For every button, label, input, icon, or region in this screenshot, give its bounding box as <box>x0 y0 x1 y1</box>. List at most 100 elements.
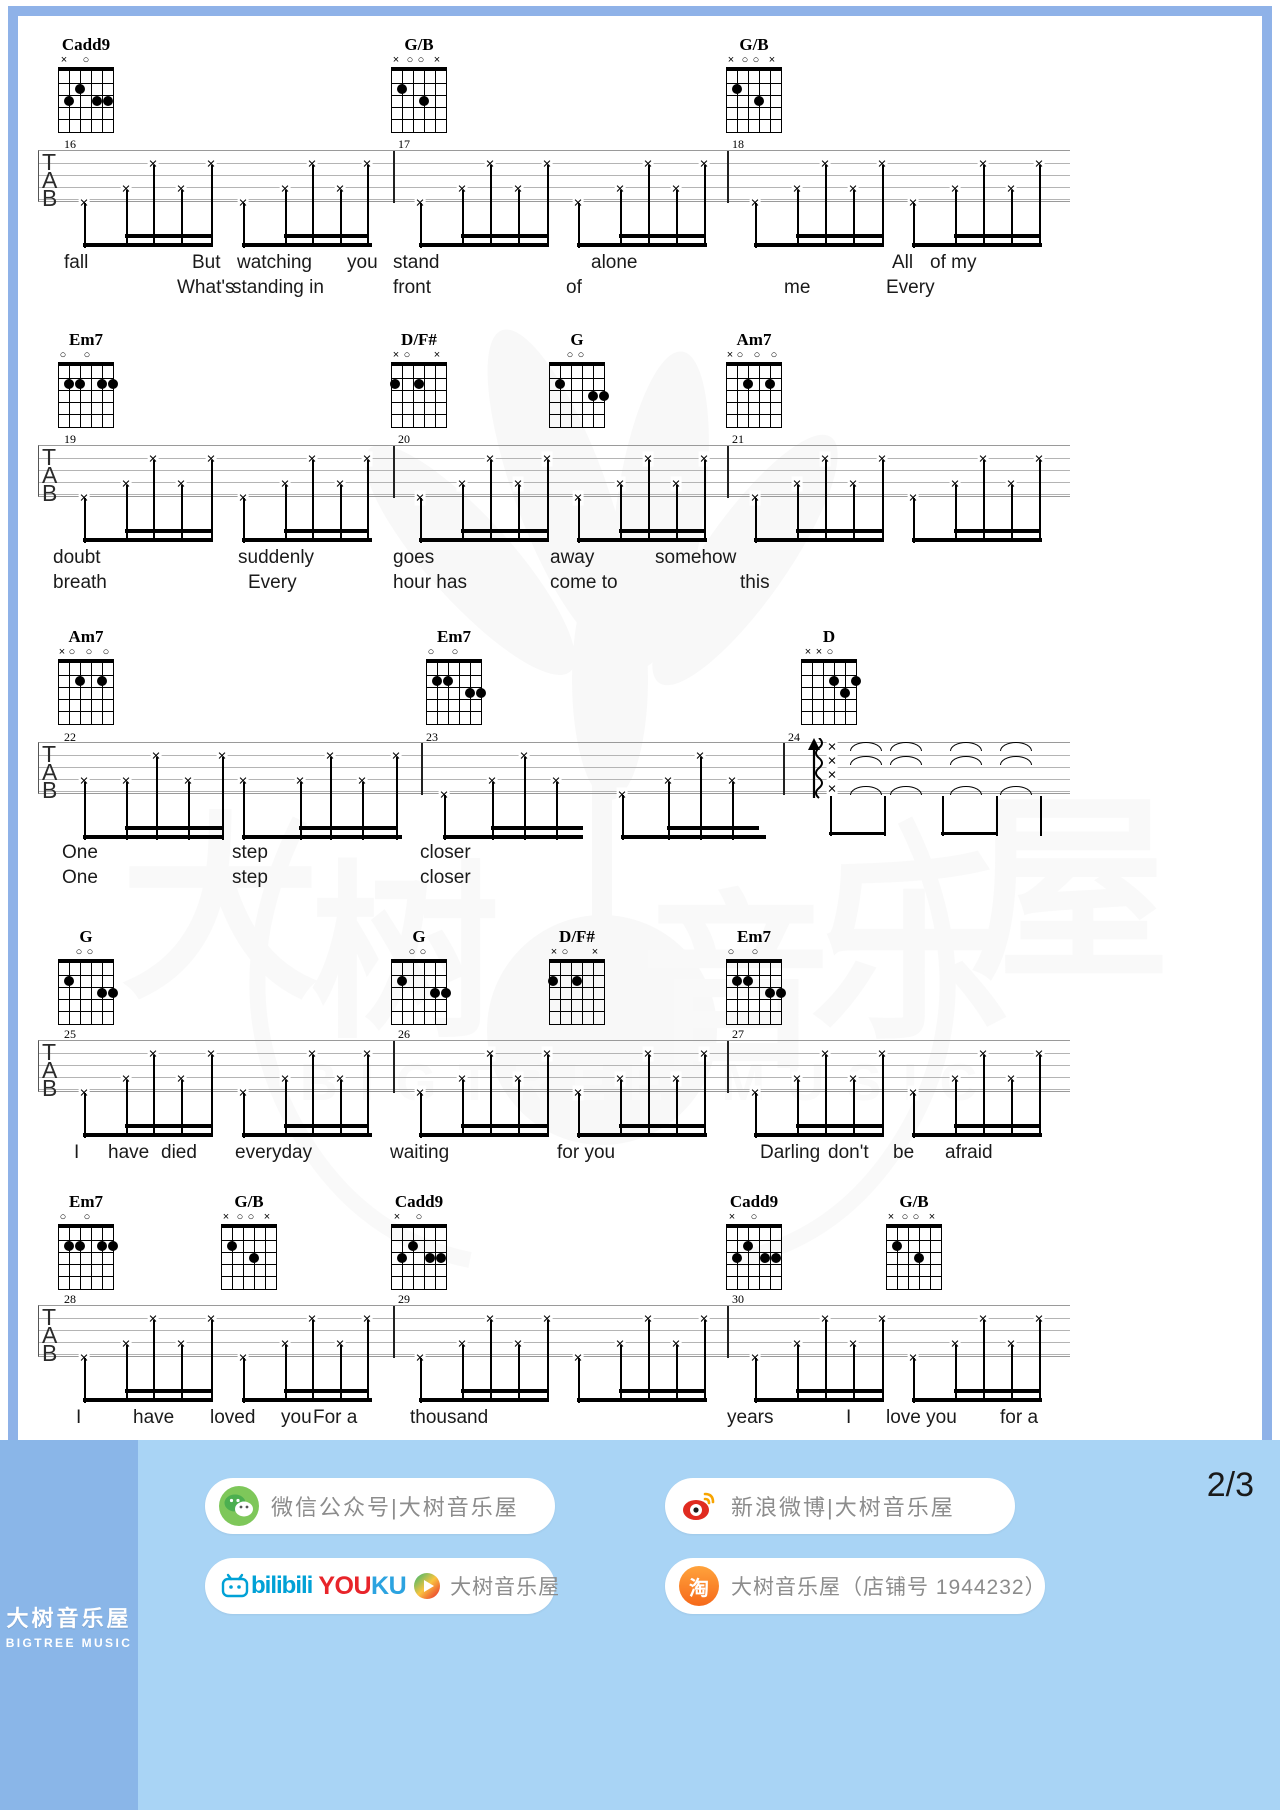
chord-name: Am7 <box>68 627 104 646</box>
tab-clef-b: B <box>42 777 58 803</box>
lyric-word: stand <box>393 252 440 273</box>
chord-diagram-am7-1: Am7 × ○ ○ ○ <box>716 331 792 428</box>
lyric-word: alone <box>591 252 638 273</box>
chord-diagram-d: D × × ○ <box>791 628 867 725</box>
footer-link-video[interactable]: bilibili YOUKU 大树音乐屋 <box>205 1558 559 1614</box>
chord-open-mute-marks: ○ ○ <box>59 1211 91 1223</box>
system-4: G ○ ○ G ○ ○ D/F# × ○ × Em7 ○ ○ 25 26 27 … <box>0 890 1280 1180</box>
chord-name: Am7 <box>736 330 772 349</box>
chord-diagram-g-b-2: G/B × ○ ○ × <box>716 36 792 133</box>
chord-name: G/B <box>404 35 434 54</box>
lyric-word: away <box>550 547 595 568</box>
chord-fretboard <box>549 362 609 428</box>
chord-name: G <box>570 330 584 349</box>
chord-open-mute-marks: ○ ○ <box>59 349 91 361</box>
chord-diagram-cadd9-2: Cadd9 × ○ <box>381 1193 457 1290</box>
chord-name: D/F# <box>559 927 595 946</box>
lyric-word: closer <box>420 867 471 888</box>
footer-link-weibo[interactable]: 新浪微博|大树音乐屋 <box>665 1478 1015 1534</box>
tab-clef-b: B <box>42 1075 58 1101</box>
chord-fretboard <box>801 659 861 725</box>
chord-fretboard <box>726 959 786 1025</box>
chord-fretboard <box>221 1224 277 1290</box>
brand-name-cn: 大树音乐屋 <box>6 1605 132 1631</box>
lyric-word: goes <box>393 547 435 568</box>
weibo-icon <box>679 1486 719 1526</box>
chord-fretboard <box>58 362 118 428</box>
chord-fretboard <box>58 959 118 1025</box>
chord-name: G/B <box>899 1192 929 1211</box>
lyric-word: I <box>76 1407 82 1428</box>
lyric-word: you <box>347 252 378 273</box>
footer-brand-block: 大树音乐屋 BIGTREE MUSIC <box>0 1440 138 1810</box>
chord-fretboard <box>548 959 605 1025</box>
chord-fretboard <box>391 67 447 133</box>
footer-link-wechat[interactable]: 微信公众号|大树音乐屋 <box>205 1478 555 1534</box>
system-3: Am7 × ○ ○ ○ Em7 ○ ○ D × × ○ 22 23 24 T A… <box>0 590 1280 900</box>
chord-fretboard <box>726 362 782 428</box>
bilibili-icon <box>219 1570 251 1602</box>
sheet-music-page: 大 树 音 乐 屋 BIGTREE MUSIC Cadd9 ×○ <box>0 0 1280 1810</box>
play-icon <box>412 1571 442 1601</box>
lyric-word: step <box>232 842 268 863</box>
chord-name: G/B <box>739 35 769 54</box>
chord-fretboard <box>726 1224 782 1290</box>
chord-diagram-cadd9: Cadd9 × ○ <box>48 36 124 133</box>
chord-open-mute-marks: ○ ○ <box>427 646 459 658</box>
lyric-word: years <box>727 1407 774 1428</box>
lyric-word: loved <box>210 1407 256 1428</box>
chord-diagram-am7-2: Am7 × ○ ○ ○ <box>48 628 124 725</box>
tab-note-x: × <box>826 780 838 798</box>
chord-name: Em7 <box>69 330 103 349</box>
footer-link-label: 新浪微博|大树音乐屋 <box>731 1495 955 1520</box>
lyric-word: thousand <box>410 1407 489 1428</box>
chord-open-mute-marks: ○ ○ <box>75 946 94 958</box>
wechat-icon <box>219 1486 259 1526</box>
tab-clef-b: B <box>42 1340 58 1366</box>
lyric-word: One <box>62 842 98 863</box>
chord-open-mute-marks: × ○ × <box>392 349 441 361</box>
chord-diagram-g-b-1: G/B × ○ ○ × <box>381 36 457 133</box>
chord-open-mute-marks: ○ ○ <box>566 349 585 361</box>
chord-fretboard <box>58 1224 118 1290</box>
lyric-word: closer <box>420 842 471 863</box>
chord-open-mute-marks: × ○ ○ × <box>727 54 776 66</box>
lyric-word: of my <box>930 252 977 273</box>
lyric-word: step <box>232 867 268 888</box>
chord-diagram-em7-2: Em7 ○ ○ <box>416 628 492 725</box>
chord-diagram-g-b-3: G/B × ○ ○ × <box>211 1193 287 1290</box>
chord-open-mute-marks: × ○ ○ × <box>887 1211 936 1223</box>
footer-link-label: 微信公众号|大树音乐屋 <box>271 1495 519 1520</box>
chord-diagram-g-2: G ○ ○ <box>48 928 124 1025</box>
chord-name: G/B <box>234 1192 264 1211</box>
lyric-word: One <box>62 867 98 888</box>
chord-open-mute-marks: × ○ <box>60 54 90 66</box>
chord-name: Cadd9 <box>61 35 111 54</box>
bilibili-wordmark: bilibili <box>251 1572 313 1599</box>
chord-name: G <box>412 927 426 946</box>
chord-fretboard <box>391 959 451 1025</box>
chord-name: D/F# <box>401 330 437 349</box>
lyric-word: love you <box>886 1407 957 1428</box>
lyric-word: All <box>892 252 914 273</box>
chord-open-mute-marks: × ○ ○ ○ <box>58 646 110 658</box>
chord-diagram-em7-4: Em7 ○ ○ <box>48 1193 124 1290</box>
chord-open-mute-marks: × ○ × <box>550 946 599 958</box>
chord-name: Cadd9 <box>729 1192 779 1211</box>
chord-open-mute-marks: × ○ ○ × <box>222 1211 271 1223</box>
chord-diagram-d-fsharp-2: D/F# × ○ × <box>539 928 615 1025</box>
tab-clef-b: B <box>42 185 58 211</box>
lyric-word: watching <box>237 252 312 273</box>
chord-fretboard <box>58 67 114 133</box>
chord-diagram-em7-3: Em7 ○ ○ <box>716 928 792 1025</box>
system-2: Em7 ○ ○ D/F# × ○ × G ○ ○ Am7 × ○ ○ ○ 19 … <box>0 295 1280 595</box>
lyric-word: suddenly <box>238 547 315 568</box>
lyric-word: fall <box>64 252 89 273</box>
chord-diagram-d-fsharp-1: D/F# × ○ × <box>381 331 457 428</box>
chord-diagram-cadd9-3: Cadd9 × ○ <box>716 1193 792 1290</box>
chord-fretboard <box>426 659 486 725</box>
chord-fretboard <box>391 1224 447 1290</box>
footer-link-taobao[interactable]: 淘 大树音乐屋（店铺号 1944232） <box>665 1558 1046 1614</box>
youku-wordmark: YOUKU <box>318 1571 407 1600</box>
chord-fretboard <box>726 67 782 133</box>
